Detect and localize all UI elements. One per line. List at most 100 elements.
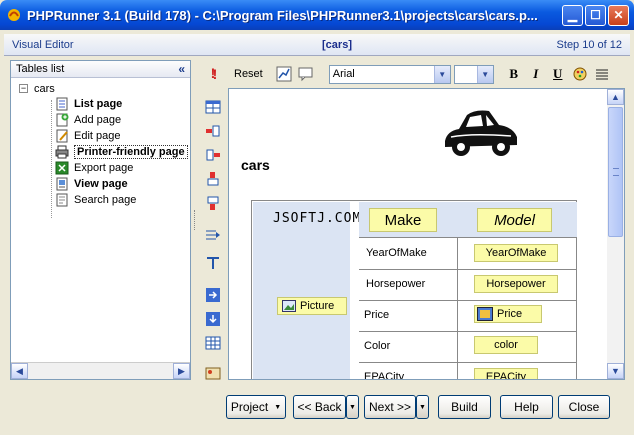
chevron-right-icon: ▶ xyxy=(178,365,185,376)
editor-header: Visual Editor [cars] Step 10 of 12 xyxy=(4,34,630,56)
color-palette-icon xyxy=(573,67,587,81)
picture-column: JSOFTJ.COM Picture xyxy=(253,202,360,379)
color-button[interactable] xyxy=(569,64,591,84)
maximize-button[interactable]: ☐ xyxy=(585,4,606,26)
title-bar: PHPRunner 3.1 (Build 178) - C:\Program F… xyxy=(0,0,634,30)
insert-row-below-button[interactable] xyxy=(204,194,222,212)
picture-field[interactable]: Picture xyxy=(277,297,347,315)
design-canvas[interactable]: cars JSOFTJ.COM Picture Make Model YearO… xyxy=(228,88,625,380)
field-yearofmake[interactable]: YearOfMake xyxy=(474,244,558,262)
field-price[interactable]: Price xyxy=(474,305,542,323)
scroll-left-button[interactable]: ◀ xyxy=(11,363,28,379)
make-header-field[interactable]: Make xyxy=(369,208,437,232)
close-window-button[interactable]: ✕ xyxy=(608,4,629,26)
watermark-text: JSOFTJ.COM xyxy=(273,211,362,226)
canvas-vertical-scrollbar[interactable]: ▲ ▼ xyxy=(607,89,624,379)
tables-list-title: Tables list xyxy=(16,63,65,75)
scrollbar-thumb[interactable] xyxy=(608,107,623,237)
tree-expander[interactable]: − xyxy=(19,84,28,93)
bold-button[interactable]: B xyxy=(503,64,525,84)
table-icon xyxy=(205,100,221,114)
merge-cells-button[interactable] xyxy=(204,226,222,244)
window-title: PHPRunner 3.1 (Build 178) - C:\Program F… xyxy=(27,7,538,23)
move-right-button[interactable] xyxy=(204,286,222,304)
header-section-name: Visual Editor xyxy=(12,38,74,51)
insert-row-above-button[interactable] xyxy=(204,170,222,188)
tree-item-label: Add page xyxy=(74,114,122,126)
back-dropdown-button[interactable]: ▼ xyxy=(346,395,359,419)
collapse-panel-button[interactable]: « xyxy=(178,62,185,76)
tree-item-label: Export page xyxy=(74,162,134,174)
project-button[interactable]: Project ▼ xyxy=(226,395,286,419)
model-header-field[interactable]: Model xyxy=(477,208,552,232)
page-title: cars xyxy=(241,157,270,173)
font-size-select[interactable]: ▼ xyxy=(453,64,494,84)
field-color[interactable]: color xyxy=(474,336,538,354)
tree-item-list-page[interactable]: List page xyxy=(11,96,190,112)
insert-column-right-button[interactable] xyxy=(204,146,222,164)
font-family-value: Arial xyxy=(332,68,355,80)
field-epacity[interactable]: EPACity xyxy=(474,368,538,379)
field-horsepower[interactable]: Horsepower xyxy=(474,275,558,293)
italic-button[interactable]: I xyxy=(525,64,547,84)
tree-connector-line xyxy=(51,100,52,218)
tree-item-label: Edit page xyxy=(74,130,121,142)
add-page-icon xyxy=(55,113,69,127)
chevron-left-icon: ◀ xyxy=(16,365,23,376)
tables-list-header: Tables list « xyxy=(11,61,190,78)
picture-field-label: Picture xyxy=(300,300,335,312)
tree-item-view-page[interactable]: View page xyxy=(11,176,190,192)
move-down-button[interactable] xyxy=(204,310,222,328)
tree-root-cars[interactable]: − cars xyxy=(11,81,190,96)
tree-item-add-page[interactable]: Add page xyxy=(11,112,190,128)
tree-item-printer-friendly-page[interactable]: Printer-friendly page xyxy=(11,144,190,160)
tree-item-edit-page[interactable]: Edit page xyxy=(11,128,190,144)
back-button[interactable]: << Back xyxy=(293,395,346,419)
reset-button-icon-wrap[interactable]: ! xyxy=(206,65,224,83)
reset-icon: ! xyxy=(212,66,218,82)
grid-icon xyxy=(205,336,221,350)
underline-button[interactable]: U xyxy=(547,64,569,84)
next-button[interactable]: Next >> xyxy=(364,395,416,419)
tree-item-label: List page xyxy=(74,98,123,110)
grid-header-row: Make Model xyxy=(359,202,577,238)
image-icon xyxy=(205,367,221,380)
reset-button[interactable]: Reset xyxy=(234,68,263,80)
merge-cells-icon xyxy=(206,230,220,240)
chevron-down-icon: ▼ xyxy=(611,366,620,376)
chart-button[interactable] xyxy=(275,65,293,83)
arrow-right-icon xyxy=(206,288,220,302)
chevron-up-icon: ▲ xyxy=(611,92,620,102)
close-icon: ✕ xyxy=(613,8,624,22)
comment-button[interactable] xyxy=(297,65,315,83)
grid-row-divider xyxy=(359,300,577,301)
next-dropdown-button[interactable]: ▼ xyxy=(416,395,429,419)
help-button[interactable]: Help xyxy=(500,395,553,419)
chart-icon xyxy=(276,66,292,82)
split-cells-button[interactable] xyxy=(204,254,222,272)
grid-button[interactable] xyxy=(204,334,222,352)
build-button[interactable]: Build xyxy=(438,395,491,419)
insert-row-above-icon xyxy=(207,172,219,186)
field-price-label: Price xyxy=(497,308,523,320)
minimize-button[interactable]: ▁ xyxy=(562,4,583,26)
tree-item-export-page[interactable]: Export page xyxy=(11,160,190,176)
scroll-down-button[interactable]: ▼ xyxy=(607,363,624,379)
scroll-up-button[interactable]: ▲ xyxy=(607,89,624,105)
panel-splitter[interactable] xyxy=(193,60,197,380)
scroll-right-button[interactable]: ▶ xyxy=(173,363,190,379)
chevron-down-icon[interactable]: ▼ xyxy=(476,65,493,83)
insert-table-button[interactable] xyxy=(204,98,222,116)
insert-column-left-icon xyxy=(206,125,220,137)
tables-horizontal-scrollbar[interactable]: ◀ ▶ xyxy=(11,362,190,379)
chevron-down-icon[interactable]: ▼ xyxy=(433,65,450,83)
grid-column-divider xyxy=(457,238,458,379)
close-button[interactable]: Close xyxy=(558,395,610,419)
tree-item-search-page[interactable]: Search page xyxy=(11,192,190,208)
image-button[interactable] xyxy=(204,364,222,382)
tree-item-label: Search page xyxy=(74,194,137,206)
row-label-color: Color xyxy=(364,340,391,352)
insert-column-left-button[interactable] xyxy=(204,122,222,140)
align-button[interactable] xyxy=(591,64,613,84)
font-family-select[interactable]: Arial ▼ xyxy=(328,64,451,84)
